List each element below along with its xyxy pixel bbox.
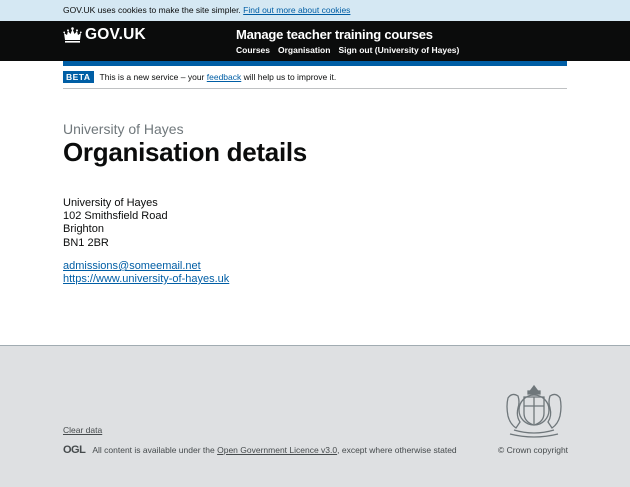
beta-tag: BETA: [63, 71, 94, 83]
govuk-logo-link[interactable]: GOV.UK: [63, 27, 146, 43]
site-footer: Clear data OGL All content is available …: [0, 345, 630, 487]
phase-banner: BETA This is a new service – your feedba…: [63, 66, 567, 89]
cookie-banner-text: GOV.UK uses cookies to make the site sim…: [63, 5, 241, 15]
service-name-link[interactable]: Manage teacher training courses: [236, 27, 433, 42]
feedback-link[interactable]: feedback: [207, 72, 242, 82]
page-title: Organisation details: [63, 137, 307, 167]
nav-item-courses[interactable]: Courses: [236, 45, 270, 55]
organisation-address: University of Hayes 102 Smithsfield Road…: [63, 197, 168, 250]
royal-coat-of-arms-icon: [500, 382, 568, 445]
address-line: University of Hayes: [63, 197, 158, 209]
crown-copyright-text: © Crown copyright: [498, 445, 569, 455]
logo-text: GOV.UK: [85, 26, 146, 43]
nav-item-organisation[interactable]: Organisation: [278, 45, 330, 55]
cookie-info-link[interactable]: Find out more about cookies: [243, 5, 350, 15]
licence-row: OGL All content is available under the O…: [63, 444, 457, 456]
website-link[interactable]: https://www.university-of-hayes.uk: [63, 273, 229, 286]
address-line: Brighton: [63, 223, 104, 236]
header-nav: Courses Organisation Sign out (Universit…: [236, 45, 467, 55]
email-link[interactable]: admissions@someemail.net: [63, 260, 229, 273]
address-line: 102 Smithsfield Road: [63, 210, 168, 223]
page-caption: University of Hayes: [63, 121, 184, 137]
address-line: BN1 2BR: [63, 236, 109, 249]
nav-item-sign-out[interactable]: Sign out (University of Hayes): [338, 45, 459, 55]
phase-text-after: will help us to improve it.: [243, 72, 337, 82]
crown-icon: [63, 27, 82, 43]
organisation-contacts: admissions@someemail.net https://www.uni…: [63, 260, 229, 286]
licence-text-after: , except where otherwise stated: [337, 445, 457, 455]
ogl-logo-icon: OGL: [63, 444, 86, 456]
licence-link[interactable]: Open Government Licence v3.0: [217, 445, 337, 455]
clear-data-link[interactable]: Clear data: [63, 425, 102, 435]
site-header: GOV.UK Manage teacher training courses C…: [0, 21, 630, 61]
licence-text-before: All content is available under the: [92, 445, 215, 455]
phase-text-before: This is a new service – your: [99, 72, 205, 82]
cookie-banner: GOV.UK uses cookies to make the site sim…: [0, 0, 630, 21]
phase-banner-text: This is a new service – your feedback wi…: [100, 72, 337, 82]
